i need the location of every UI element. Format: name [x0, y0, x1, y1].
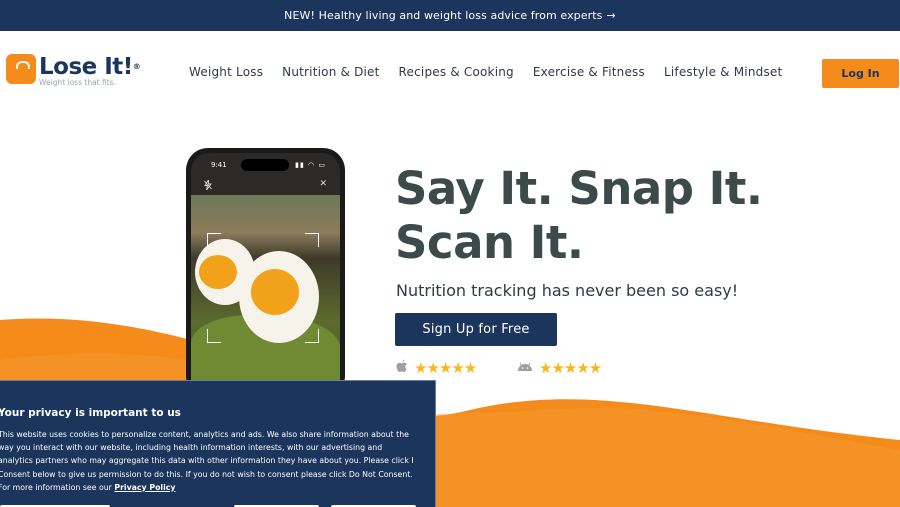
dynamic-island: [241, 159, 289, 171]
announcement-banner[interactable]: NEW! Healthy living and weight loss advi…: [0, 0, 900, 31]
privacy-policy-link[interactable]: Privacy Policy: [114, 483, 175, 492]
logo-name: Lose It!®: [39, 54, 141, 80]
nav-item-nutrition-diet[interactable]: Nutrition & Diet: [282, 65, 379, 79]
signal-icons: ▮▮ ◠ ▭: [295, 161, 326, 169]
android-icon: [517, 361, 533, 376]
privacy-body: This website uses cookies to personalize…: [0, 430, 414, 492]
flash-off-icon: [204, 178, 212, 193]
nav-item-lifestyle-mindset[interactable]: Lifestyle & Mindset: [664, 65, 782, 79]
main-nav: Weight Loss Nutrition & Diet Recipes & C…: [189, 65, 782, 79]
scale-logo-icon: [6, 54, 36, 84]
signup-button[interactable]: Sign Up for Free: [395, 313, 557, 346]
android-rating[interactable]: ★★★★★: [517, 359, 602, 377]
nav-item-recipes-cooking[interactable]: Recipes & Cooking: [399, 65, 514, 79]
phone-mockup: 9:41 ▮▮ ◠ ▭ ✕: [186, 148, 345, 398]
camera-toolbar: ✕: [191, 175, 340, 197]
arrow-right-icon: →: [606, 9, 616, 22]
phone-time: 9:41: [211, 161, 227, 169]
food-photo: [191, 195, 340, 398]
hero-subtitle: Nutrition tracking has never been so eas…: [396, 281, 739, 300]
login-button[interactable]: Log In: [822, 59, 899, 88]
star-rating: ★★★★★: [414, 359, 477, 377]
logo[interactable]: Lose It!® Weight loss that fits.: [6, 54, 141, 87]
nav-item-exercise-fitness[interactable]: Exercise & Fitness: [533, 65, 645, 79]
star-rating: ★★★★★: [539, 359, 602, 377]
ios-rating[interactable]: ★★★★★: [396, 359, 477, 377]
banner-text[interactable]: NEW! Healthy living and weight loss advi…: [284, 9, 602, 22]
site-header: Lose It!® Weight loss that fits. Weight …: [0, 31, 900, 103]
apple-icon: [396, 359, 408, 377]
phone-status-bar: 9:41 ▮▮ ◠ ▭: [191, 159, 340, 171]
hero-title: Say It. Snap It. Scan It.: [395, 162, 763, 269]
nav-item-weight-loss[interactable]: Weight Loss: [189, 65, 263, 79]
privacy-title: Your privacy is important to us: [0, 407, 181, 419]
privacy-consent-dialog: Your privacy is important to us This web…: [0, 380, 436, 507]
phone-screen: 9:41 ▮▮ ◠ ▭ ✕: [191, 153, 340, 398]
close-icon: ✕: [319, 179, 327, 189]
